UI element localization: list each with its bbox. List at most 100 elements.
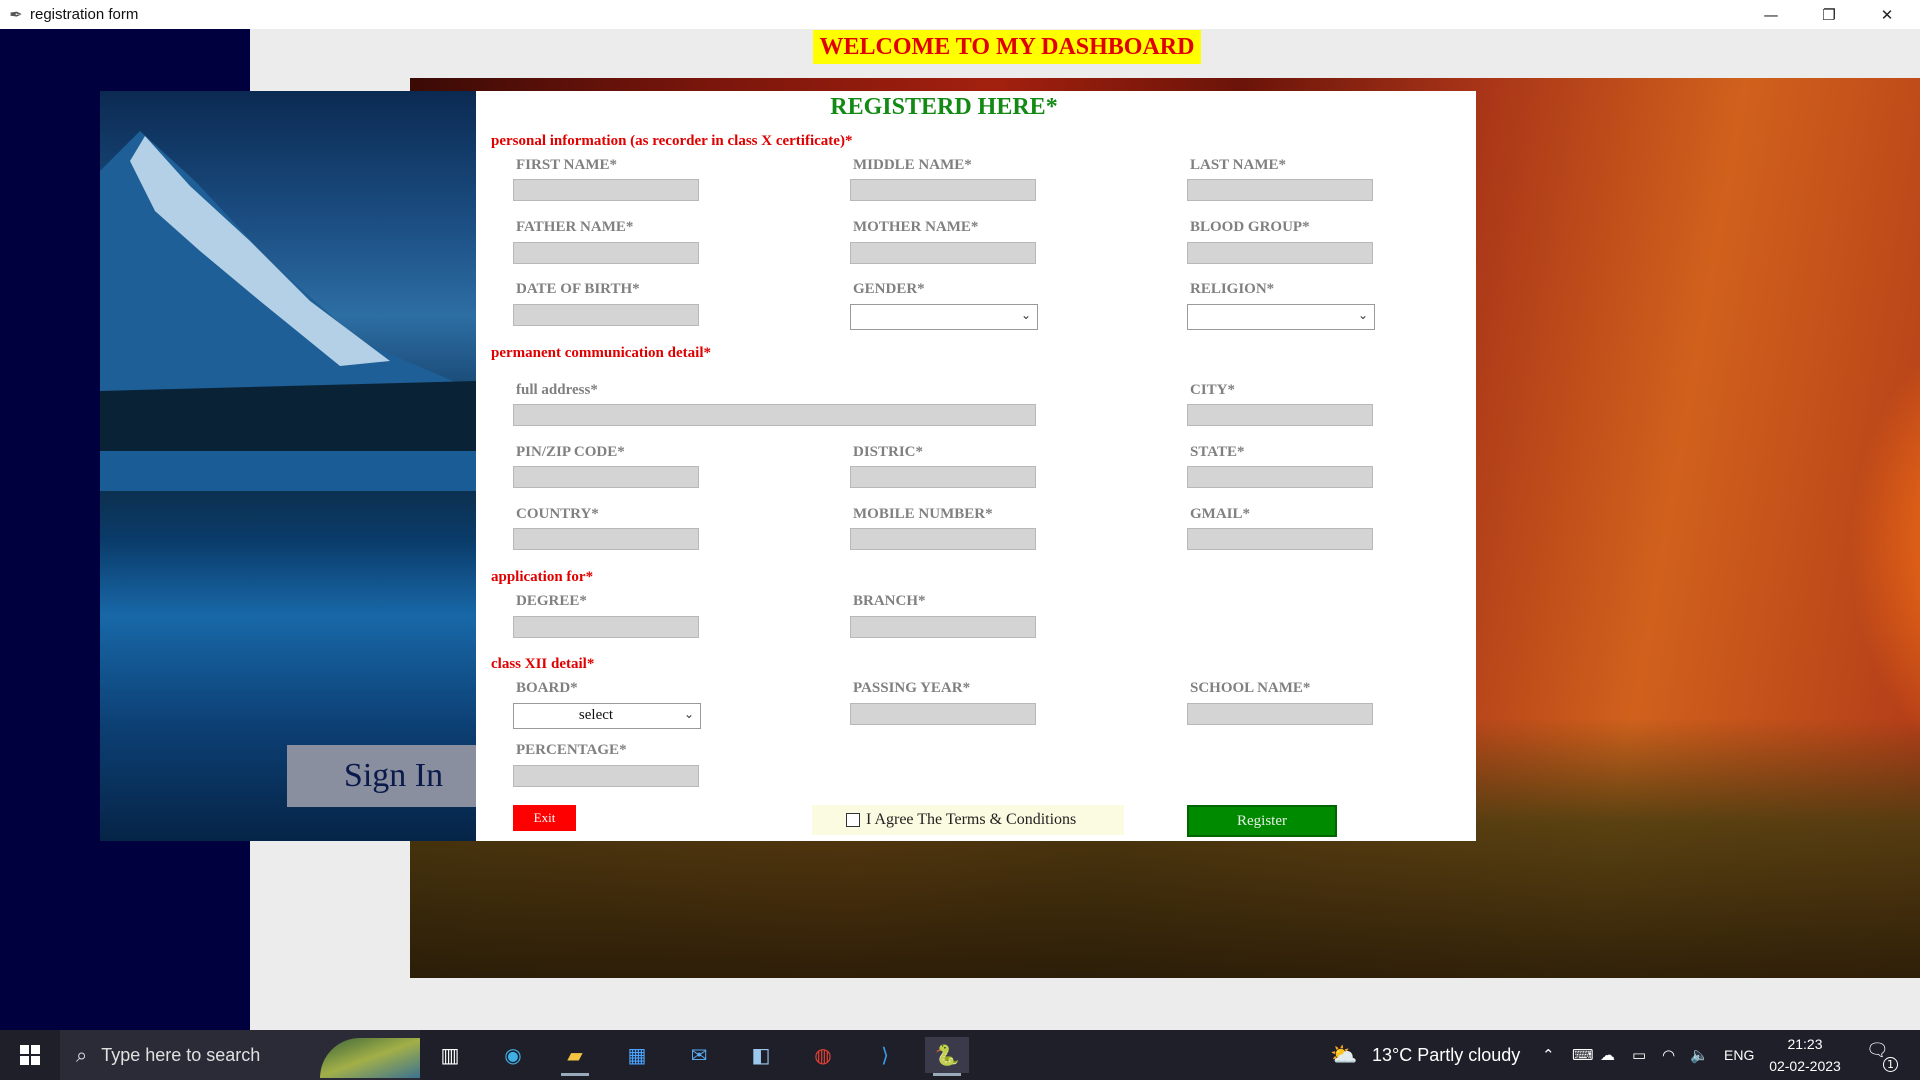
search-highlight-image xyxy=(320,1038,420,1078)
chevron-down-icon: ⌄ xyxy=(683,707,694,721)
branch-input[interactable] xyxy=(850,616,1036,638)
window-title: registration form xyxy=(30,6,139,23)
chevron-down-icon: ⌄ xyxy=(1357,308,1368,322)
taskbar: ⌕ Type here to search ▥ ◉ ▰ ▦ ✉ ◧ ◍ ⟩ 🐍 … xyxy=(0,1030,1920,1080)
label-district: DISTRIC* xyxy=(853,444,924,460)
exit-button[interactable]: Exit xyxy=(513,805,576,831)
edge-browser-icon[interactable]: ◉ xyxy=(491,1037,535,1073)
passing-year-input[interactable] xyxy=(850,703,1036,725)
dob-input[interactable] xyxy=(513,304,699,326)
gmail-input[interactable] xyxy=(1187,528,1373,550)
section-class-xii: class XII detail* xyxy=(491,656,595,672)
lake-mountain-image: Sign In xyxy=(100,91,476,841)
label-middle-name: MIDDLE NAME* xyxy=(853,157,972,173)
label-pin: PIN/ZIP CODE* xyxy=(516,444,625,460)
label-board: BOARD* xyxy=(516,680,578,696)
app-feather-icon: ✒ xyxy=(9,6,23,24)
label-school-name: SCHOOL NAME* xyxy=(1190,680,1311,696)
label-father-name: FATHER NAME* xyxy=(516,219,634,235)
language-indicator[interactable]: ENG xyxy=(1724,1030,1754,1080)
sign-in-button[interactable]: Sign In xyxy=(287,745,476,807)
chevron-down-icon: ⌄ xyxy=(1020,308,1031,322)
state-input[interactable] xyxy=(1187,466,1373,488)
search-placeholder: Type here to search xyxy=(101,1044,261,1065)
label-degree: DEGREE* xyxy=(516,593,587,609)
vscode-icon[interactable]: ⟩ xyxy=(863,1037,907,1073)
registration-form: REGISTERD HERE* personal information (as… xyxy=(476,91,1476,841)
section-communication: permanent communication detail* xyxy=(491,345,711,361)
middle-name-input[interactable] xyxy=(850,179,1036,201)
weather-icon[interactable]: ⛅ xyxy=(1330,1030,1357,1080)
battery-icon[interactable]: ▭ xyxy=(1632,1030,1646,1080)
meet-now-icon[interactable]: ⌨ xyxy=(1572,1030,1594,1080)
pin-input[interactable] xyxy=(513,466,699,488)
label-gender: GENDER* xyxy=(853,281,925,297)
terms-checkbox[interactable] xyxy=(846,813,860,827)
full-address-input[interactable] xyxy=(513,404,1036,426)
label-city: CITY* xyxy=(1190,382,1236,398)
label-full-address: full address* xyxy=(516,382,598,398)
taskbar-search[interactable]: ⌕ Type here to search xyxy=(60,1030,420,1080)
label-blood-group: BLOOD GROUP* xyxy=(1190,219,1310,235)
start-button[interactable] xyxy=(0,1030,60,1080)
mobile-input[interactable] xyxy=(850,528,1036,550)
mountain-illustration xyxy=(100,131,476,491)
district-input[interactable] xyxy=(850,466,1036,488)
label-state: STATE* xyxy=(1190,444,1245,460)
label-mobile: MOBILE NUMBER* xyxy=(853,506,993,522)
label-gmail: GMAIL* xyxy=(1190,506,1250,522)
label-country: COUNTRY* xyxy=(516,506,599,522)
father-name-input[interactable] xyxy=(513,242,699,264)
chrome-icon[interactable]: ◍ xyxy=(801,1037,845,1073)
microsoft-store-icon[interactable]: ▦ xyxy=(615,1037,659,1073)
mother-name-input[interactable] xyxy=(850,242,1036,264)
volume-icon[interactable]: 🔈 xyxy=(1690,1030,1709,1080)
gender-select[interactable]: ⌄ xyxy=(850,304,1038,330)
clock-date: 02-02-2023 xyxy=(1769,1058,1841,1074)
clock[interactable]: 21:23 02-02-2023 xyxy=(1760,1033,1850,1077)
board-select-value: select xyxy=(578,707,614,723)
notification-count: 1 xyxy=(1883,1057,1898,1072)
form-title: REGISTERD HERE* xyxy=(830,94,1058,120)
first-name-input[interactable] xyxy=(513,179,699,201)
last-name-input[interactable] xyxy=(1187,179,1373,201)
label-first-name: FIRST NAME* xyxy=(516,157,617,173)
close-button[interactable]: ✕ xyxy=(1858,0,1916,29)
religion-select[interactable]: ⌄ xyxy=(1187,304,1375,330)
cloud-icon[interactable]: ☁ xyxy=(1600,1030,1615,1080)
country-input[interactable] xyxy=(513,528,699,550)
register-button[interactable]: Register xyxy=(1187,805,1337,837)
degree-input[interactable] xyxy=(513,616,699,638)
label-dob: DATE OF BIRTH* xyxy=(516,281,640,297)
school-name-input[interactable] xyxy=(1187,703,1373,725)
notification-icon[interactable]: 🗨 1 xyxy=(1866,1040,1898,1072)
python-app-icon[interactable]: 🐍 xyxy=(925,1037,969,1076)
terms-checkbox-row[interactable]: I Agree The Terms & Conditions xyxy=(812,805,1124,835)
chevron-up-icon[interactable]: ⌃ xyxy=(1542,1030,1555,1080)
city-input[interactable] xyxy=(1187,404,1373,426)
task-view-icon[interactable]: ▥ xyxy=(428,1037,472,1073)
label-mother-name: MOTHER NAME* xyxy=(853,219,979,235)
board-select[interactable]: select ⌄ xyxy=(513,703,701,729)
section-application: application for* xyxy=(491,569,594,585)
label-passing-year: PASSING YEAR* xyxy=(853,680,971,696)
minimize-button[interactable]: — xyxy=(1742,0,1800,29)
restore-button[interactable]: ❐ xyxy=(1800,0,1858,29)
mail-icon[interactable]: ✉ xyxy=(677,1037,721,1073)
clock-time: 21:23 xyxy=(1787,1036,1823,1052)
window-titlebar: ✒ registration form — ❐ ✕ xyxy=(0,0,1920,29)
label-last-name: LAST NAME* xyxy=(1190,157,1286,173)
blood-group-input[interactable] xyxy=(1187,242,1373,264)
label-religion: RELIGION* xyxy=(1190,281,1275,297)
terms-label: I Agree The Terms & Conditions xyxy=(866,811,1077,828)
app-window-icon[interactable]: ◧ xyxy=(739,1037,783,1073)
section-personal: personal information (as recorder in cla… xyxy=(491,133,853,149)
search-icon: ⌕ xyxy=(76,1043,88,1067)
file-explorer-icon[interactable]: ▰ xyxy=(553,1037,597,1076)
wifi-icon[interactable]: ◠ xyxy=(1662,1030,1675,1080)
percentage-input[interactable] xyxy=(513,765,699,787)
welcome-banner: WELCOME TO MY DASHBOARD xyxy=(813,30,1201,64)
windows-logo-icon xyxy=(20,1045,40,1065)
label-percentage: PERCENTAGE* xyxy=(516,742,627,758)
weather-text[interactable]: 13°C Partly cloudy xyxy=(1372,1030,1520,1080)
